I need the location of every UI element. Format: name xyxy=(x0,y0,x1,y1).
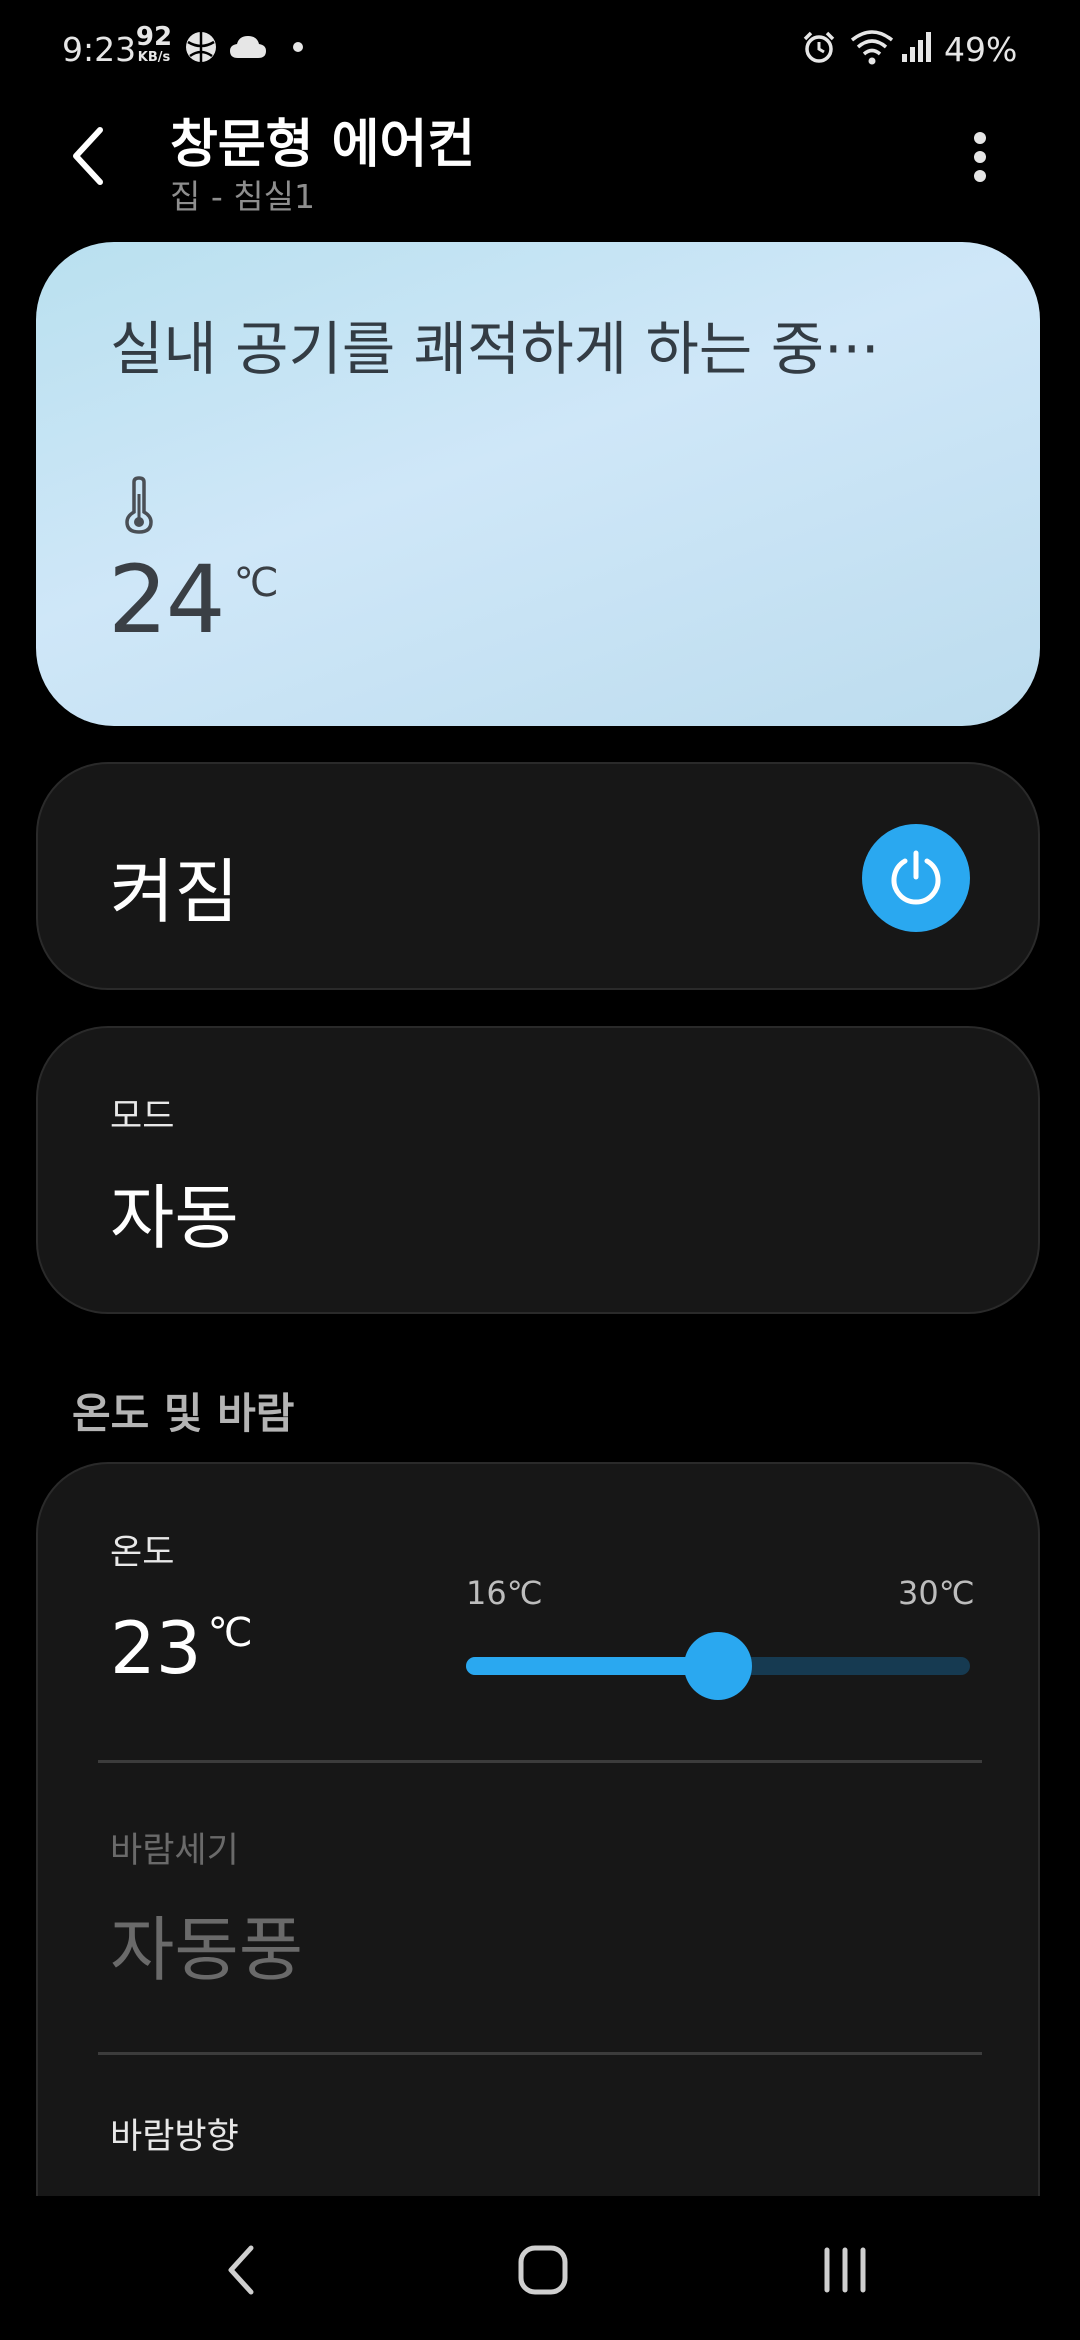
indoor-temperature-unit: ℃ xyxy=(233,560,279,606)
power-icon xyxy=(891,850,941,905)
wind-speed-label: 바람세기 xyxy=(110,1831,239,1871)
cloud-icon xyxy=(230,36,266,58)
nav-home-button[interactable] xyxy=(488,2220,598,2320)
temperature-wind-card: 온도 23 ℃ 16℃ 30℃ 바람세기 자동풍 바람방향 xyxy=(36,1462,1040,2202)
indoor-temperature: 24 ℃ xyxy=(108,554,279,648)
status-message: 실내 공기를 쾌적하게 하는 중··· xyxy=(110,315,880,383)
temperature-label: 온도 xyxy=(110,1533,175,1573)
wind-speed-value[interactable]: 자동풍 xyxy=(110,1894,303,1995)
slider-thumb[interactable] xyxy=(684,1632,752,1700)
back-arrow-icon xyxy=(73,127,103,185)
ball-icon xyxy=(186,32,216,62)
mode-card[interactable]: 모드 자동 xyxy=(36,1026,1040,1314)
temperature-slider[interactable] xyxy=(466,1632,970,1700)
notification-dot-icon xyxy=(293,42,303,52)
nav-recent-apps-icon xyxy=(824,2247,866,2293)
divider xyxy=(98,1760,982,1763)
set-temperature: 23 ℃ xyxy=(110,1606,253,1690)
alarm-icon xyxy=(803,31,835,63)
page-title: 창문형 에어컨 xyxy=(170,115,476,175)
mode-label: 모드 xyxy=(110,1097,175,1137)
power-button[interactable] xyxy=(862,824,970,932)
temperature-max-label: 30℃ xyxy=(898,1574,975,1612)
more-options-button[interactable] xyxy=(952,124,1008,190)
set-temperature-value: 23 xyxy=(110,1606,202,1690)
nav-home-icon xyxy=(518,2245,568,2295)
nav-recent-apps-button[interactable] xyxy=(790,2220,900,2320)
battery-level: 49% xyxy=(944,30,1018,69)
device-location: 집 - 침실1 xyxy=(170,177,315,216)
network-speed-value: 92 xyxy=(135,22,173,52)
thermometer-icon xyxy=(125,476,153,534)
power-card: 켜짐 xyxy=(36,762,1040,990)
status-card: 실내 공기를 쾌적하게 하는 중··· 24 ℃ xyxy=(36,242,1040,726)
indoor-temperature-value: 24 xyxy=(108,546,226,655)
network-speed-unit: KB/s xyxy=(137,50,171,65)
temperature-min-label: 16℃ xyxy=(466,1574,543,1612)
mode-value: 자동 xyxy=(110,1177,239,1259)
wind-direction-label[interactable]: 바람방향 xyxy=(110,2108,239,2159)
network-speed: 92 KB/s xyxy=(134,24,174,64)
section-title: 온도 및 바람 xyxy=(72,1389,295,1438)
nav-back-icon xyxy=(228,2245,254,2295)
more-vertical-icon xyxy=(974,132,986,144)
nav-back-button[interactable] xyxy=(186,2220,296,2320)
signal-icon xyxy=(902,32,931,62)
wifi-icon xyxy=(850,30,894,65)
power-state-label: 켜짐 xyxy=(110,851,239,933)
back-button[interactable] xyxy=(56,118,120,194)
status-time: 9:23 xyxy=(62,30,137,69)
navigation-bar xyxy=(0,2196,1080,2340)
divider xyxy=(98,2052,982,2055)
app-screen: 9:23 92 KB/s 49% 창문형 에어컨 집 - 침실1 실내 공기를 … xyxy=(0,0,1080,2340)
set-temperature-unit: ℃ xyxy=(207,1610,253,1656)
slider-fill xyxy=(466,1657,718,1675)
status-bar: 9:23 92 KB/s 49% xyxy=(0,0,1080,96)
